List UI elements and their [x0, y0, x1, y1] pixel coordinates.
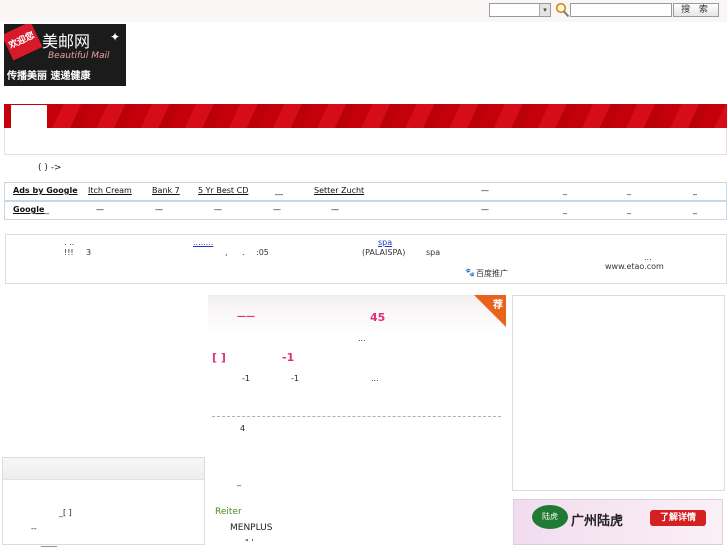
left-panel-dashes: -- — [31, 524, 37, 533]
ad-dash: _ — [563, 205, 567, 214]
baidu-brand[interactable]: 百度推广 — [476, 268, 508, 279]
ad-link[interactable]: Bank 7 — [152, 186, 180, 195]
menplus-text[interactable]: MENPLUS — [230, 523, 272, 533]
ad-dash: — — [481, 205, 489, 214]
landrover-title: 广州陆虎 — [571, 514, 624, 529]
ad-text: !!! — [64, 248, 74, 257]
search-button[interactable]: 搜 索 — [673, 3, 719, 17]
headline-number[interactable]: 45 — [370, 311, 385, 324]
welcome-badge: 欢迎您 — [4, 24, 43, 61]
ad-url[interactable]: www.etao.com — [605, 262, 664, 271]
ad-text: . .. — [64, 238, 75, 247]
headline-dash[interactable]: —— — [237, 312, 255, 322]
google-ads-row-2: Google ____ — — — — — — _ _ _ — [4, 201, 727, 220]
ad-text: , — [225, 248, 228, 257]
nav-banner — [4, 104, 727, 128]
ad-dash: — — [331, 205, 339, 214]
article-text: -1 — [242, 374, 250, 383]
ad-text: . — [242, 248, 245, 257]
ad-link[interactable]: Setter Zucht — [314, 186, 364, 195]
ad-text: 3 — [86, 248, 92, 257]
article-text: -1 — [291, 374, 299, 383]
search-input[interactable] — [570, 3, 672, 17]
ad-dash: _ — [627, 205, 631, 214]
sparkle-icon: ✦ — [110, 30, 121, 44]
landrover-ad-banner[interactable]: 陆虎 广州陆虎 了解详情 — [513, 499, 723, 545]
article-minus-link[interactable]: -1 — [282, 351, 294, 364]
ad-text: ... — [644, 253, 652, 262]
landrover-logo: 陆虎 — [532, 505, 568, 529]
dashed-divider — [212, 416, 501, 417]
ad-text: (PALAISPA) — [362, 248, 406, 257]
ad-dash: _ — [693, 205, 697, 214]
headline-ellipsis: ... — [358, 334, 366, 343]
list-item[interactable]: 4 — [240, 424, 245, 433]
ad-dash: ____ — [33, 205, 49, 214]
ad-dash: — — [273, 205, 281, 214]
reiter-link[interactable]: Reiter — [215, 507, 242, 517]
ad-text: spa — [426, 248, 441, 257]
ad-dash: — — [96, 205, 104, 214]
left-blank-area — [2, 295, 205, 455]
google-ads-row: Ads by Google Itch Cream Bank 7 5 Yr Bes… — [4, 182, 727, 201]
left-panel: _[ ] -- ____ — [2, 457, 205, 547]
ad-text: :05 — [256, 248, 269, 257]
ad-dash: _ — [693, 186, 697, 195]
logo-name-en: Beautiful Mail — [48, 51, 110, 61]
learn-more-button[interactable]: 了解详情 — [650, 510, 706, 526]
ad-link[interactable]: __ — [275, 186, 283, 195]
sub-nav-bar — [4, 128, 727, 155]
breadcrumb: ( ) -> — [38, 163, 62, 173]
right-ad-box — [512, 295, 725, 491]
site-logo[interactable]: 欢迎您 美邮网 Beautiful Mail 传播美丽 速递健康 ✦ — [4, 24, 126, 86]
left-panel-line: ____ — [41, 538, 57, 547]
article-text: ... — [371, 374, 379, 383]
paw-icon: 🐾 — [465, 268, 475, 277]
ad-dash: — — [214, 205, 222, 214]
search-category-select[interactable]: ▾ — [489, 3, 551, 17]
ad-link[interactable]: spa — [378, 238, 392, 247]
article-bracket-link[interactable]: [ ] — [212, 351, 226, 364]
baidu-ad-box: . .. !!! 3 ........ , . :05 spa (PALAISP… — [5, 234, 727, 284]
recommend-badge-text: 荐 — [493, 300, 503, 311]
ad-dash: — — [155, 205, 163, 214]
left-panel-header — [3, 458, 204, 480]
logo-tagline: 传播美丽 速递健康 — [7, 71, 91, 82]
ad-dash: _ — [627, 186, 631, 195]
featured-article — [208, 295, 506, 545]
ad-link[interactable]: 5 Yr Best CD — [198, 186, 248, 195]
nav-tab-home[interactable] — [10, 104, 48, 128]
chevron-down-icon[interactable]: ▾ — [539, 4, 550, 16]
ad-link[interactable]: ........ — [193, 238, 213, 247]
small-mark: " ' — [245, 538, 254, 547]
left-panel-bracket: _[ ] — [59, 508, 72, 517]
list-item[interactable]: _ — [237, 477, 241, 486]
search-icon[interactable] — [555, 2, 570, 18]
ad-dash: — — [481, 186, 489, 195]
logo-name: 美邮网 — [42, 32, 91, 51]
ad-link[interactable]: Itch Cream — [88, 186, 132, 195]
ads-by-google-label[interactable]: Ads by Google — [13, 186, 78, 195]
ad-dash: _ — [563, 186, 567, 195]
